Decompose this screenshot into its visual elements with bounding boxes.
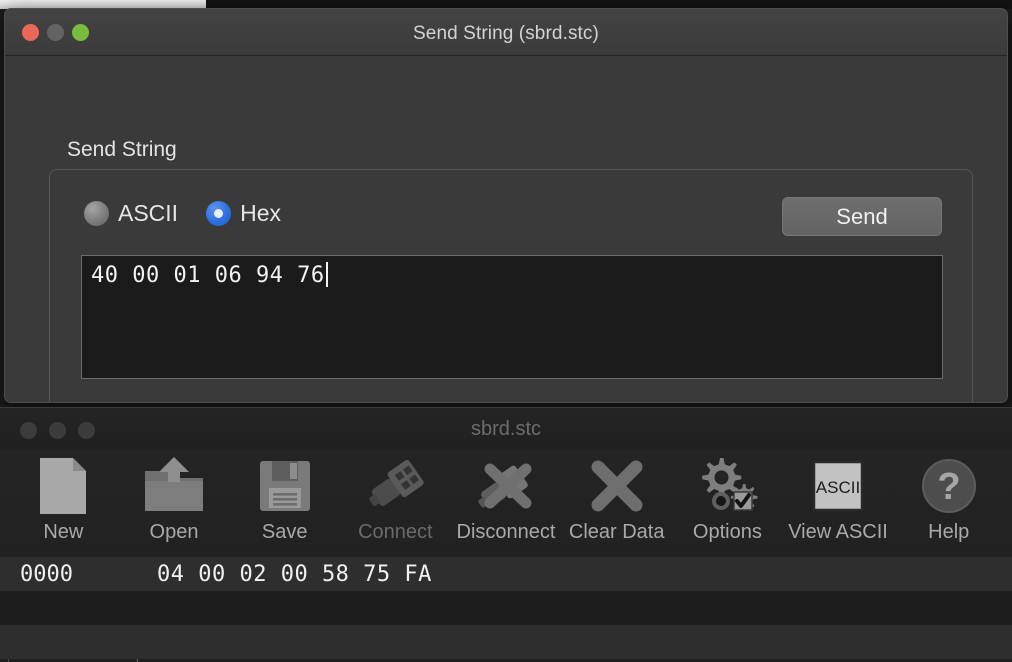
format-radio-group: ASCII Hex bbox=[84, 200, 281, 227]
radio-ascii-indicator-icon bbox=[84, 201, 109, 226]
hexdump-bytes: 04 00 02 00 58 75 FA bbox=[157, 561, 432, 587]
send-string-groupbox: ASCII Hex Send 40 00 01 06 94 76 bbox=[49, 169, 973, 402]
toolbar-label-view-ascii: View ASCII bbox=[788, 521, 888, 543]
toolbar-button-options[interactable]: Options bbox=[672, 450, 783, 555]
toolbar-button-disconnect[interactable]: Disconnect bbox=[451, 450, 562, 555]
hexdump-table[interactable]: 0000 04 00 02 00 58 75 FA bbox=[0, 557, 1012, 662]
screen: Send String (sbrd.stc) Send String ASCII… bbox=[0, 0, 1012, 662]
serial-monitor-window[interactable]: sbrd.stc New Open Save Connect Disconnec… bbox=[0, 407, 1012, 662]
table-row[interactable]: 0000 04 00 02 00 58 75 FA bbox=[0, 557, 1012, 591]
toolbar-button-clear-data[interactable]: Clear Data bbox=[561, 450, 672, 555]
dialog-titlebar[interactable]: Send String (sbrd.stc) bbox=[5, 9, 1007, 56]
radio-ascii[interactable]: ASCII bbox=[84, 200, 178, 227]
table-row[interactable] bbox=[0, 625, 1012, 659]
toolbar-label-new: New bbox=[43, 521, 84, 543]
toolbar-label-open: Open bbox=[149, 521, 199, 543]
toolbar-button-new[interactable]: New bbox=[8, 450, 119, 555]
hexdump-offset: 0000 bbox=[20, 561, 73, 587]
svg-text:?: ? bbox=[937, 466, 960, 508]
background-window-titlebar[interactable]: sbrd.stc bbox=[0, 408, 1012, 450]
group-label: Send String bbox=[67, 138, 177, 161]
toolbar-button-connect[interactable]: Connect bbox=[340, 450, 451, 555]
toolbar-button-open[interactable]: Open bbox=[119, 450, 230, 555]
text-caret bbox=[325, 262, 328, 287]
toolbar-label-disconnect: Disconnect bbox=[456, 521, 556, 543]
toolbar-label-options: Options bbox=[692, 521, 762, 543]
toolbar-button-save[interactable]: Save bbox=[229, 450, 340, 555]
toolbar-label-help: Help bbox=[928, 521, 970, 543]
table-row[interactable] bbox=[0, 591, 1012, 625]
toolbar-label-clear-data: Clear Data bbox=[568, 521, 665, 543]
dialog-body: Send String ASCII Hex Send 40 00 01 06 9… bbox=[5, 56, 1007, 402]
x-mark-icon bbox=[588, 454, 646, 518]
question-mark-icon: ? bbox=[920, 454, 978, 518]
send-button[interactable]: Send bbox=[782, 197, 942, 236]
toolbar-label-save: Save bbox=[261, 521, 308, 543]
radio-hex-indicator-icon bbox=[206, 201, 232, 226]
gears-icon bbox=[696, 454, 758, 518]
send-string-input[interactable]: 40 00 01 06 94 76 bbox=[81, 255, 943, 379]
new-document-icon bbox=[34, 454, 92, 518]
radio-hex[interactable]: Hex bbox=[206, 200, 281, 227]
radio-ascii-label: ASCII bbox=[118, 200, 179, 226]
usb-plug-icon bbox=[364, 454, 426, 518]
usb-disconnect-icon bbox=[474, 454, 538, 518]
background-window-title: sbrd.stc bbox=[470, 418, 542, 440]
dialog-title: Send String (sbrd.stc) bbox=[413, 23, 599, 44]
open-folder-icon bbox=[142, 454, 206, 518]
toolbar-button-help[interactable]: ? Help bbox=[893, 450, 1004, 555]
send-string-input-value: 40 00 01 06 94 76 bbox=[91, 263, 325, 288]
toolbar-label-connect: Connect bbox=[358, 521, 433, 543]
toolbar-button-view-ascii[interactable]: ASCII View ASCII bbox=[783, 450, 894, 555]
radio-hex-label: Hex bbox=[240, 200, 281, 226]
send-string-dialog: Send String (sbrd.stc) Send String ASCII… bbox=[4, 8, 1008, 403]
toolbar: New Open Save Connect Disconnect Clear D… bbox=[0, 450, 1012, 557]
ascii-square-icon: ASCII bbox=[809, 454, 867, 518]
send-button-label: Send bbox=[836, 203, 888, 229]
floppy-disk-icon bbox=[256, 454, 314, 518]
svg-text:ASCII: ASCII bbox=[816, 478, 860, 497]
